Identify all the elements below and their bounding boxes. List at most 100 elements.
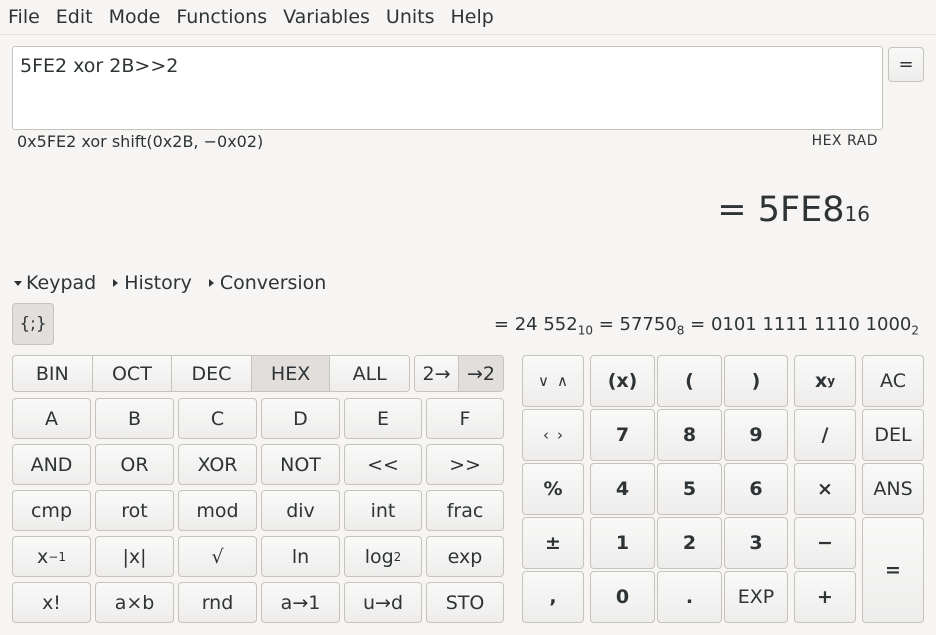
- digit-2-button[interactable]: 2: [657, 517, 722, 569]
- base-all-button[interactable]: ALL: [330, 356, 409, 391]
- history-navigation-button[interactable]: ∨ ∧: [522, 355, 584, 407]
- exp-function-button[interactable]: exp: [426, 536, 504, 577]
- chevron-left-icon: ‹: [543, 426, 549, 444]
- digit-6-button[interactable]: 6: [724, 463, 788, 515]
- shift-left-button[interactable]: <<: [344, 444, 422, 485]
- menu-mode[interactable]: Mode: [101, 0, 169, 35]
- base-dec-button[interactable]: DEC: [172, 356, 252, 391]
- power-exponent: y: [827, 374, 836, 388]
- menu-edit[interactable]: Edit: [48, 0, 101, 35]
- a-to-1-button[interactable]: a→1: [261, 582, 340, 623]
- xor-button[interactable]: XOR: [178, 444, 257, 485]
- base-mode-selector: BIN OCT DEC HEX ALL: [12, 355, 410, 392]
- power-base: x: [814, 370, 828, 392]
- hex-d-button[interactable]: D: [261, 398, 340, 439]
- expander-row: Keypad History Conversion: [14, 272, 343, 294]
- unit-convert-button[interactable]: u→d: [344, 582, 422, 623]
- store-button[interactable]: STO: [426, 582, 504, 623]
- plus-button[interactable]: +: [794, 571, 856, 623]
- decimal-point-button[interactable]: .: [657, 571, 722, 623]
- keypad-expander-label: Keypad: [26, 272, 97, 294]
- right-paren-button[interactable]: ): [724, 355, 788, 407]
- mode-indicators: HEX RAD: [811, 133, 878, 149]
- digit-8-button[interactable]: 8: [657, 409, 722, 461]
- digit-7-button[interactable]: 7: [590, 409, 655, 461]
- chevron-down-icon: ∨: [538, 372, 549, 390]
- left-paren-button[interactable]: (: [657, 355, 722, 407]
- inverse-button[interactable]: x −1: [12, 536, 91, 577]
- int-button[interactable]: int: [344, 490, 422, 531]
- digit-0-button[interactable]: 0: [590, 571, 655, 623]
- menu-functions[interactable]: Functions: [168, 0, 275, 35]
- expression-input[interactable]: 5FE2 xor 2B>>2: [12, 46, 883, 130]
- expanded-arrow-icon: [14, 280, 22, 286]
- hex-c-button[interactable]: C: [178, 398, 257, 439]
- abs-button[interactable]: |x|: [95, 536, 174, 577]
- not-button[interactable]: NOT: [261, 444, 340, 485]
- history-expander-label: History: [124, 272, 192, 294]
- frac-button[interactable]: frac: [426, 490, 504, 531]
- minus-button[interactable]: −: [794, 517, 856, 569]
- plus-minus-button[interactable]: ±: [522, 517, 584, 569]
- exp-button[interactable]: EXP: [724, 571, 788, 623]
- convert-from-base-button[interactable]: →2: [459, 356, 503, 391]
- sqrt-button[interactable]: √: [178, 536, 257, 577]
- digit-3-button[interactable]: 3: [724, 517, 788, 569]
- factorial-button[interactable]: x!: [12, 582, 91, 623]
- div-button[interactable]: div: [261, 490, 340, 531]
- programming-keypad-toggle[interactable]: {;}: [12, 303, 54, 345]
- digit-5-button[interactable]: 5: [657, 463, 722, 515]
- digit-4-button[interactable]: 4: [590, 463, 655, 515]
- cmp-button[interactable]: cmp: [12, 490, 91, 531]
- menu-units[interactable]: Units: [378, 0, 443, 35]
- conversion-expander[interactable]: Conversion: [208, 272, 327, 294]
- digit-1-button[interactable]: 1: [590, 517, 655, 569]
- convert-to-base-button[interactable]: 2→: [415, 356, 460, 391]
- round-button[interactable]: rnd: [178, 582, 257, 623]
- ln-button[interactable]: ln: [261, 536, 340, 577]
- result-display: = 5FE8 16: [717, 190, 870, 230]
- paren-x-button[interactable]: (x): [590, 355, 655, 407]
- and-button[interactable]: AND: [12, 444, 91, 485]
- menu-file[interactable]: File: [0, 0, 48, 35]
- calculate-button[interactable]: =: [888, 47, 924, 82]
- equals-button[interactable]: =: [862, 517, 924, 623]
- comma-button[interactable]: ,: [522, 571, 584, 623]
- multiply-a-b-button[interactable]: a×b: [95, 582, 174, 623]
- result-base: 16: [844, 202, 870, 226]
- hex-b-button[interactable]: B: [95, 398, 174, 439]
- power-button[interactable]: xy: [794, 355, 856, 407]
- delete-button[interactable]: DEL: [862, 409, 924, 461]
- log-label: log: [364, 545, 394, 568]
- hex-f-button[interactable]: F: [426, 398, 504, 439]
- history-expander[interactable]: History: [113, 272, 192, 294]
- hex-e-button[interactable]: E: [344, 398, 422, 439]
- keypad-expander[interactable]: Keypad: [14, 272, 96, 294]
- menu-help[interactable]: Help: [443, 0, 502, 35]
- or-button[interactable]: OR: [95, 444, 174, 485]
- base-hex-button[interactable]: HEX: [251, 356, 331, 391]
- multiply-button[interactable]: ×: [794, 463, 856, 515]
- percent-button[interactable]: %: [522, 463, 584, 515]
- conversion-expander-label: Conversion: [219, 272, 327, 294]
- base-oct-button[interactable]: OCT: [92, 356, 173, 391]
- all-clear-button[interactable]: AC: [862, 355, 924, 407]
- hex-a-button[interactable]: A: [12, 398, 91, 439]
- collapsed-arrow-icon: [208, 279, 214, 287]
- log-base: 2: [393, 549, 402, 564]
- answer-button[interactable]: ANS: [862, 463, 924, 515]
- result-value: 5FE8: [757, 190, 845, 230]
- digit-9-button[interactable]: 9: [724, 409, 788, 461]
- base-convert-selector: 2→ →2: [414, 355, 504, 392]
- shift-right-button[interactable]: >>: [426, 444, 504, 485]
- log2-button[interactable]: log 2: [344, 536, 422, 577]
- base-bin-button[interactable]: BIN: [13, 356, 93, 391]
- mod-button[interactable]: mod: [178, 490, 257, 531]
- divide-button[interactable]: /: [794, 409, 856, 461]
- rot-button[interactable]: rot: [95, 490, 174, 531]
- result-prefix: =: [717, 190, 758, 230]
- inverse-exponent: −1: [48, 549, 66, 564]
- menu-variables[interactable]: Variables: [275, 0, 378, 35]
- conv-decimal-base: 10: [577, 323, 593, 338]
- cursor-navigation-button[interactable]: ‹ ›: [522, 409, 584, 461]
